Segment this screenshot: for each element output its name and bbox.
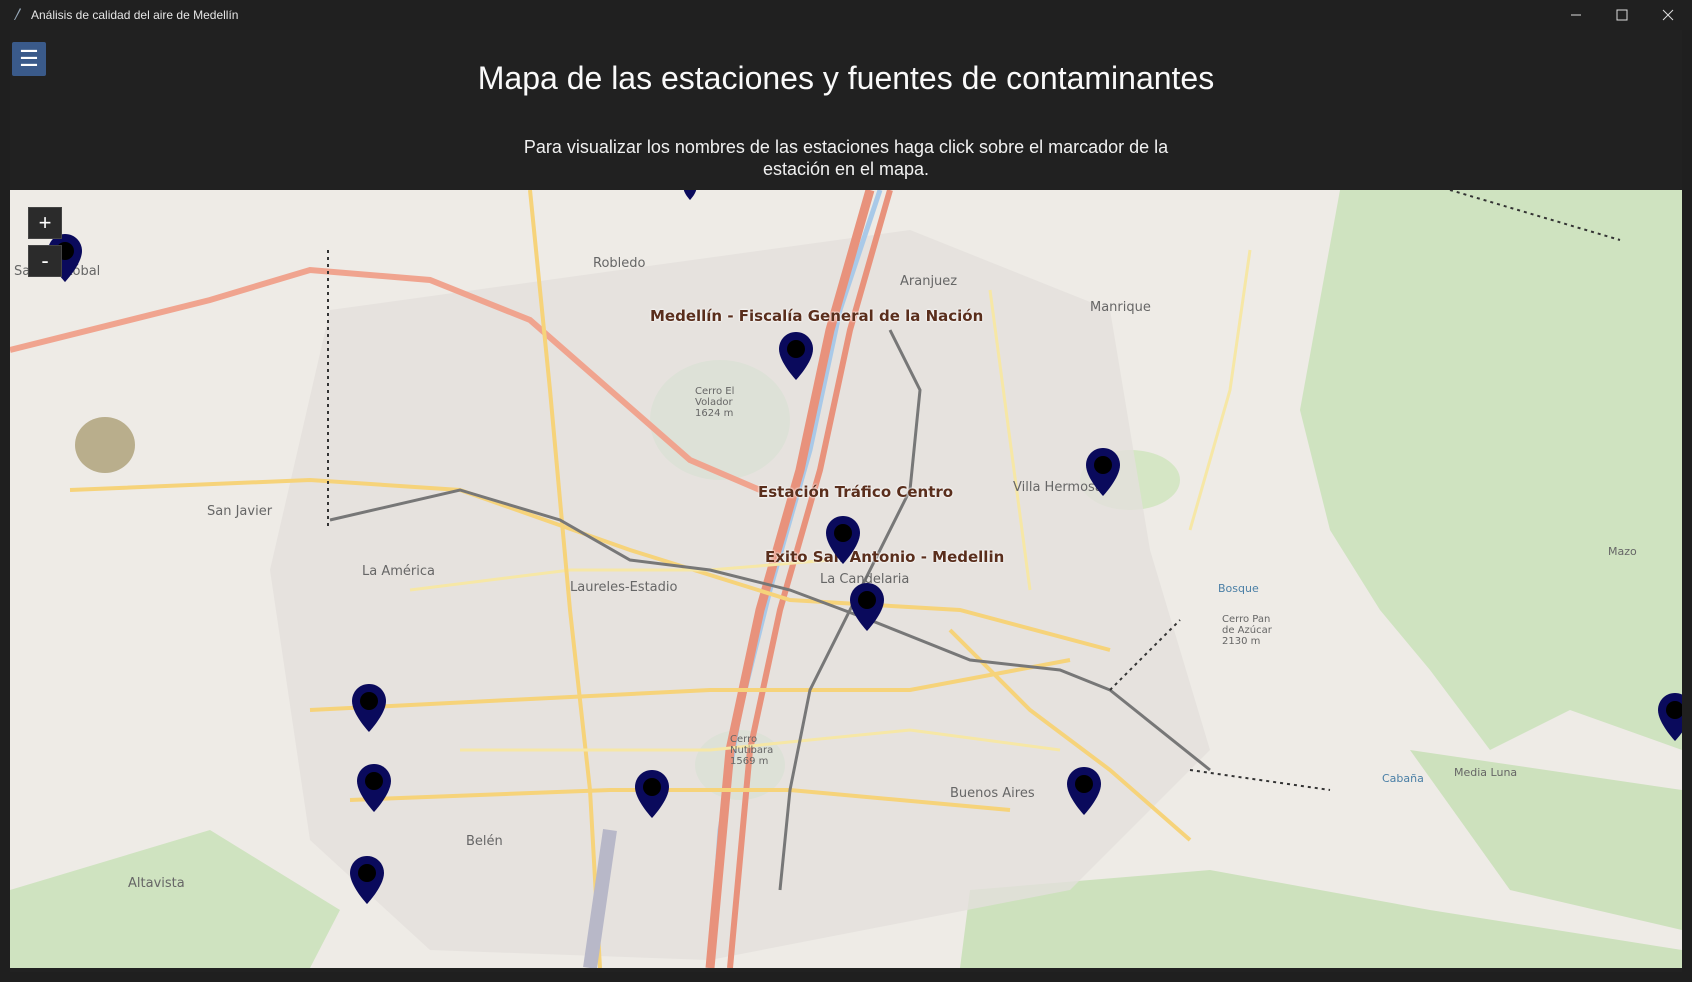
place-label: Robledo: [593, 256, 646, 271]
place-label: Bosque: [1218, 582, 1259, 595]
station-marker[interactable]: [825, 516, 861, 564]
place-label: San Javier: [207, 504, 273, 519]
place-label: Altavista: [128, 876, 185, 891]
place-label: Buenos Aires: [950, 786, 1035, 801]
close-icon: [1662, 9, 1674, 21]
page-subtitle: Para visualizar los nombres de las estac…: [523, 137, 1169, 179]
place-label: Cerro Nutibara 1569 m: [730, 734, 774, 767]
place-label: Laureles-Estadio: [570, 580, 678, 595]
station-label: Medellín - Fiscalía General de la Nación: [650, 307, 984, 325]
place-label: Belén: [466, 834, 503, 849]
cable-line: [1189, 769, 1331, 791]
title-bar: Análisis de calidad del aire de Medellín: [0, 0, 1692, 30]
place-label: Cerro Pan de Azúcar 2130 m: [1222, 614, 1272, 647]
green-area: [1410, 750, 1682, 930]
station-label: Estación Tráfico Centro: [758, 483, 954, 501]
green-area: [1300, 190, 1682, 750]
place-label: Cabaña: [1382, 772, 1424, 785]
green-area: [75, 417, 135, 473]
station-label: Exito San Antonio - Medellin: [765, 548, 1005, 566]
road: [1188, 249, 1252, 531]
green-area: [10, 830, 340, 968]
maximize-icon: [1616, 9, 1628, 21]
page-title: Mapa de las estaciones y fuentes de cont…: [477, 60, 1215, 96]
station-marker[interactable]: [1085, 448, 1121, 496]
station-marker[interactable]: [1657, 693, 1682, 741]
station-marker[interactable]: [778, 332, 814, 380]
station-marker[interactable]: [1066, 767, 1102, 815]
minimize-button[interactable]: [1553, 0, 1599, 30]
maximize-button[interactable]: [1599, 0, 1645, 30]
station-marker[interactable]: [634, 770, 670, 818]
place-label: Aranjuez: [900, 274, 958, 289]
map-view[interactable]: San Cristóbal Robledo Aranjuez Manrique …: [10, 190, 1682, 968]
station-marker[interactable]: [356, 764, 392, 812]
station-marker[interactable]: [849, 583, 885, 631]
place-label: Media Luna: [1454, 766, 1518, 779]
minimize-icon: [1571, 14, 1581, 16]
place-label: Manrique: [1090, 300, 1151, 315]
window-title: Análisis de calidad del aire de Medellín: [31, 8, 239, 22]
station-marker[interactable]: [349, 856, 385, 904]
app-feather-icon: [14, 8, 21, 20]
close-button[interactable]: [1645, 0, 1691, 30]
zoom-out-button[interactable]: -: [28, 245, 62, 277]
place-label: Cerro El Volador 1624 m: [695, 386, 735, 419]
place-label: La América: [362, 564, 435, 579]
station-marker[interactable]: [351, 684, 387, 732]
app-content: ☰ Mapa de las estaciones y fuentes de co…: [10, 30, 1682, 972]
zoom-in-button[interactable]: +: [28, 207, 62, 239]
station-marker[interactable]: [679, 190, 701, 200]
place-label: Mazo: [1608, 545, 1637, 558]
